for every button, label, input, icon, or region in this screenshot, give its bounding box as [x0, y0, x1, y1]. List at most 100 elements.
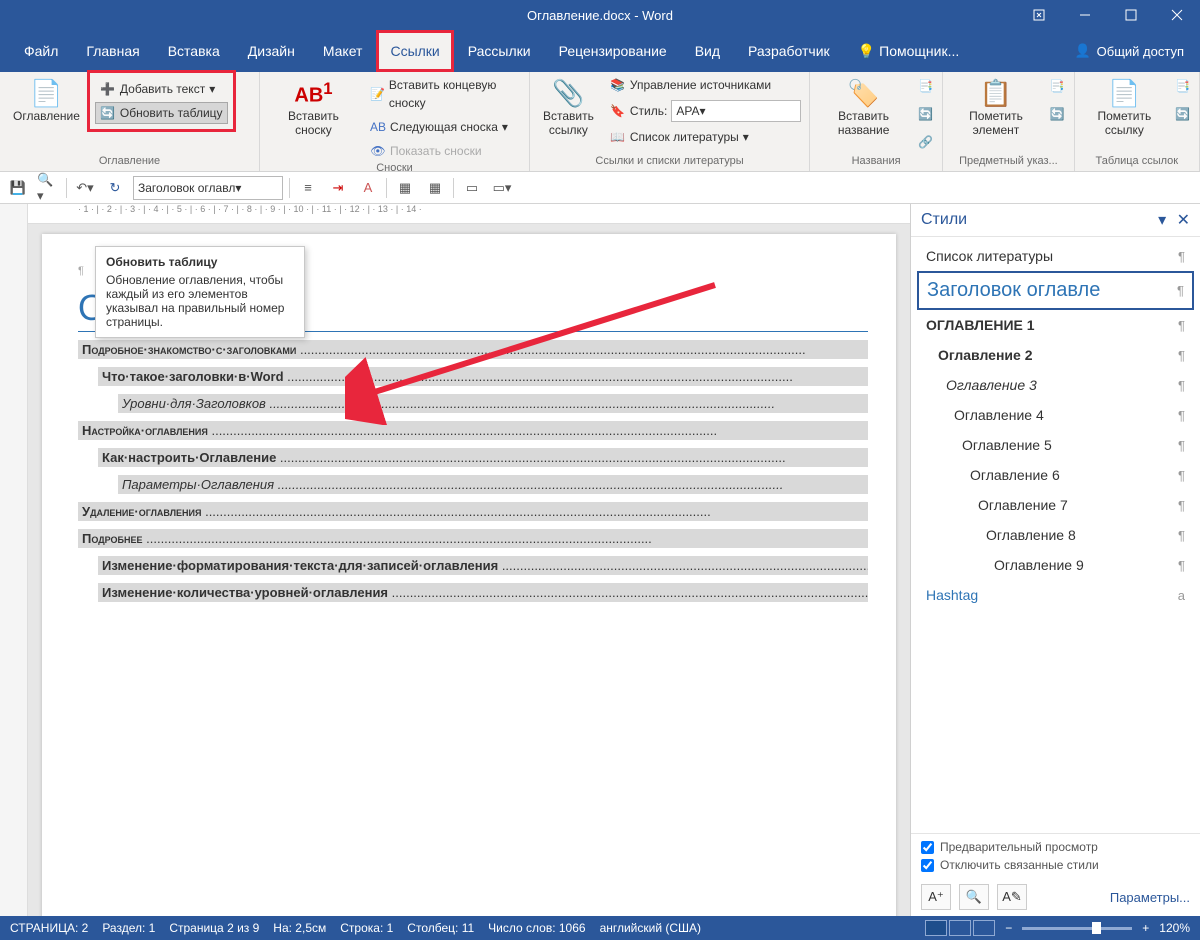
style-item[interactable]: Заголовок оглавле¶: [917, 271, 1194, 310]
qat-format-button[interactable]: A: [356, 176, 380, 200]
insert-endnote-button[interactable]: 📝Вставить концевую сноску: [365, 74, 523, 114]
toc-entry[interactable]: Как·настроить·Оглавление ...............…: [98, 448, 868, 467]
style-item[interactable]: Оглавление 4¶: [917, 400, 1194, 430]
endnote-icon: 📝: [370, 86, 385, 102]
qat-insert2-button[interactable]: ▭▾: [490, 176, 514, 200]
bibliography-button[interactable]: 📖Список литературы ▾: [605, 126, 806, 148]
status-col[interactable]: Столбец: 11: [407, 921, 474, 935]
style-inspector-button[interactable]: 🔍: [959, 884, 989, 910]
tab-вставка[interactable]: Вставка: [154, 30, 234, 72]
mark-index-button[interactable]: 📋 Пометить элемент: [949, 74, 1043, 140]
manage-sources-button[interactable]: 📚Управление источниками: [605, 74, 806, 96]
update-toc-button[interactable]: 🔄Обновить таблицу: [95, 102, 228, 124]
zoom-level[interactable]: 120%: [1159, 921, 1190, 935]
zoom-in-button[interactable]: +: [1142, 921, 1149, 935]
new-style-button[interactable]: A⁺: [921, 884, 951, 910]
toc-entry[interactable]: Удаление·оглавления ....................…: [78, 502, 868, 521]
style-item[interactable]: Оглавление 1¶: [917, 310, 1194, 340]
preview-checkbox[interactable]: Предварительный просмотр: [921, 840, 1190, 854]
show-footnotes-button[interactable]: 👁Показать сноски: [365, 140, 523, 162]
index-opt1[interactable]: 📑: [1047, 74, 1068, 98]
qat-search-button[interactable]: 🔍▾: [36, 176, 60, 200]
style-item[interactable]: Оглавление 6¶: [917, 460, 1194, 490]
status-lang[interactable]: английский (США): [600, 921, 701, 935]
style-item[interactable]: Оглавление 2¶: [917, 340, 1194, 370]
insert-citation-button[interactable]: 📎 Вставить ссылку: [536, 74, 601, 140]
citation-style-select[interactable]: APA ▾: [671, 100, 801, 122]
insert-footnote-button[interactable]: AB1 Вставить сноску: [266, 74, 361, 140]
minimize-icon[interactable]: [1062, 0, 1108, 30]
tab-главная[interactable]: Главная: [72, 30, 153, 72]
qat-align-button[interactable]: ≡: [296, 176, 320, 200]
toa-opt2[interactable]: 🔄: [1172, 102, 1193, 126]
ribbon-options-icon[interactable]: [1016, 0, 1062, 30]
tab-рецензирование[interactable]: Рецензирование: [545, 30, 681, 72]
tab-рассылки[interactable]: Рассылки: [454, 30, 545, 72]
caption-opt3[interactable]: 🔗: [915, 130, 936, 154]
style-item[interactable]: Оглавление 8¶: [917, 520, 1194, 550]
disable-linked-input[interactable]: [921, 859, 934, 872]
manage-styles-button[interactable]: A✎: [997, 884, 1027, 910]
status-words[interactable]: Число слов: 1066: [488, 921, 585, 935]
ab-icon: AB1: [297, 77, 329, 109]
tab-разработчик[interactable]: Разработчик: [734, 30, 844, 72]
style-item[interactable]: Оглавление 7¶: [917, 490, 1194, 520]
tab-дизайн[interactable]: Дизайн: [234, 30, 309, 72]
status-bar: СТРАНИЦА: 2 Раздел: 1 Страница 2 из 9 На…: [0, 916, 1200, 940]
status-line[interactable]: Строка: 1: [340, 921, 393, 935]
qat-insert1-button[interactable]: ▭: [460, 176, 484, 200]
index-opt2[interactable]: 🔄: [1047, 102, 1068, 126]
add-text-button[interactable]: ➕Добавить текст ▾: [95, 78, 228, 100]
style-item[interactable]: Hashtaga: [917, 580, 1194, 610]
share-button[interactable]: 👤 Общий доступ: [1058, 30, 1200, 72]
citation-icon: 📎: [552, 77, 584, 109]
preview-checkbox-input[interactable]: [921, 841, 934, 854]
styles-dropdown-icon[interactable]: ▾: [1158, 212, 1166, 229]
caption-opt2[interactable]: 🔄: [915, 102, 936, 126]
undo-button[interactable]: ↶▾: [73, 176, 97, 200]
style-dropdown-value: Заголовок оглавл: [138, 181, 235, 195]
toc-entry[interactable]: Изменение·форматирования·текста·для·запи…: [98, 556, 868, 575]
styles-options-link[interactable]: Параметры...: [1110, 890, 1190, 905]
view-mode-buttons[interactable]: [925, 920, 995, 936]
style-item[interactable]: Оглавление 9¶: [917, 550, 1194, 580]
disable-linked-label: Отключить связанные стили: [940, 858, 1099, 872]
status-section[interactable]: Раздел: 1: [102, 921, 155, 935]
toc-entry[interactable]: Изменение·количества·уровней·оглавления …: [98, 583, 868, 602]
style-item[interactable]: Список литературы¶: [917, 241, 1194, 271]
qat-table2-button[interactable]: ▦: [423, 176, 447, 200]
style-dropdown[interactable]: Заголовок оглавл ▾: [133, 176, 283, 200]
redo-button[interactable]: ↻: [103, 176, 127, 200]
styles-close-icon[interactable]: ✕: [1177, 212, 1190, 229]
bibliography-label: Список литературы: [630, 128, 739, 146]
next-footnote-button[interactable]: ABСледующая сноска ▾: [365, 116, 523, 138]
toa-opt1[interactable]: 📑: [1172, 74, 1193, 98]
insert-caption-button[interactable]: 🏷️ Вставить название: [816, 74, 911, 140]
disable-linked-checkbox[interactable]: Отключить связанные стили: [921, 858, 1190, 872]
style-item[interactable]: Оглавление 3¶: [917, 370, 1194, 400]
caption-opt1[interactable]: 📑: [915, 74, 936, 98]
style-item[interactable]: Оглавление 5¶: [917, 430, 1194, 460]
toc-button[interactable]: 📄 Оглавление: [6, 74, 87, 126]
status-pages[interactable]: Страница 2 из 9: [169, 921, 259, 935]
tab-вид[interactable]: Вид: [681, 30, 734, 72]
tab-макет[interactable]: Макет: [309, 30, 377, 72]
group-caption: Названия: [816, 155, 936, 169]
status-at[interactable]: На: 2,5см: [273, 921, 326, 935]
tab-ссылки[interactable]: Ссылки: [376, 30, 453, 72]
zoom-slider[interactable]: [1022, 927, 1132, 930]
zoom-out-button[interactable]: −: [1005, 921, 1012, 935]
toc-entry[interactable]: Подробнее ..............................…: [78, 529, 868, 548]
toc-entry[interactable]: Параметры·Оглавления ...................…: [118, 475, 868, 494]
add-text-icon: ➕: [100, 81, 116, 97]
status-page[interactable]: СТРАНИЦА: 2: [10, 921, 88, 935]
close-icon[interactable]: [1154, 0, 1200, 30]
tell-me-search[interactable]: 💡Помощник...: [844, 30, 974, 72]
maximize-icon[interactable]: [1108, 0, 1154, 30]
qat-table1-button[interactable]: ▦: [393, 176, 417, 200]
tab-файл[interactable]: Файл: [10, 30, 72, 72]
mark-citation-icon: 📄: [1108, 77, 1140, 109]
qat-indent-button[interactable]: ⇥: [326, 176, 350, 200]
mark-citation-button[interactable]: 📄 Пометить ссылку: [1081, 74, 1168, 140]
save-button[interactable]: 💾: [6, 176, 30, 200]
